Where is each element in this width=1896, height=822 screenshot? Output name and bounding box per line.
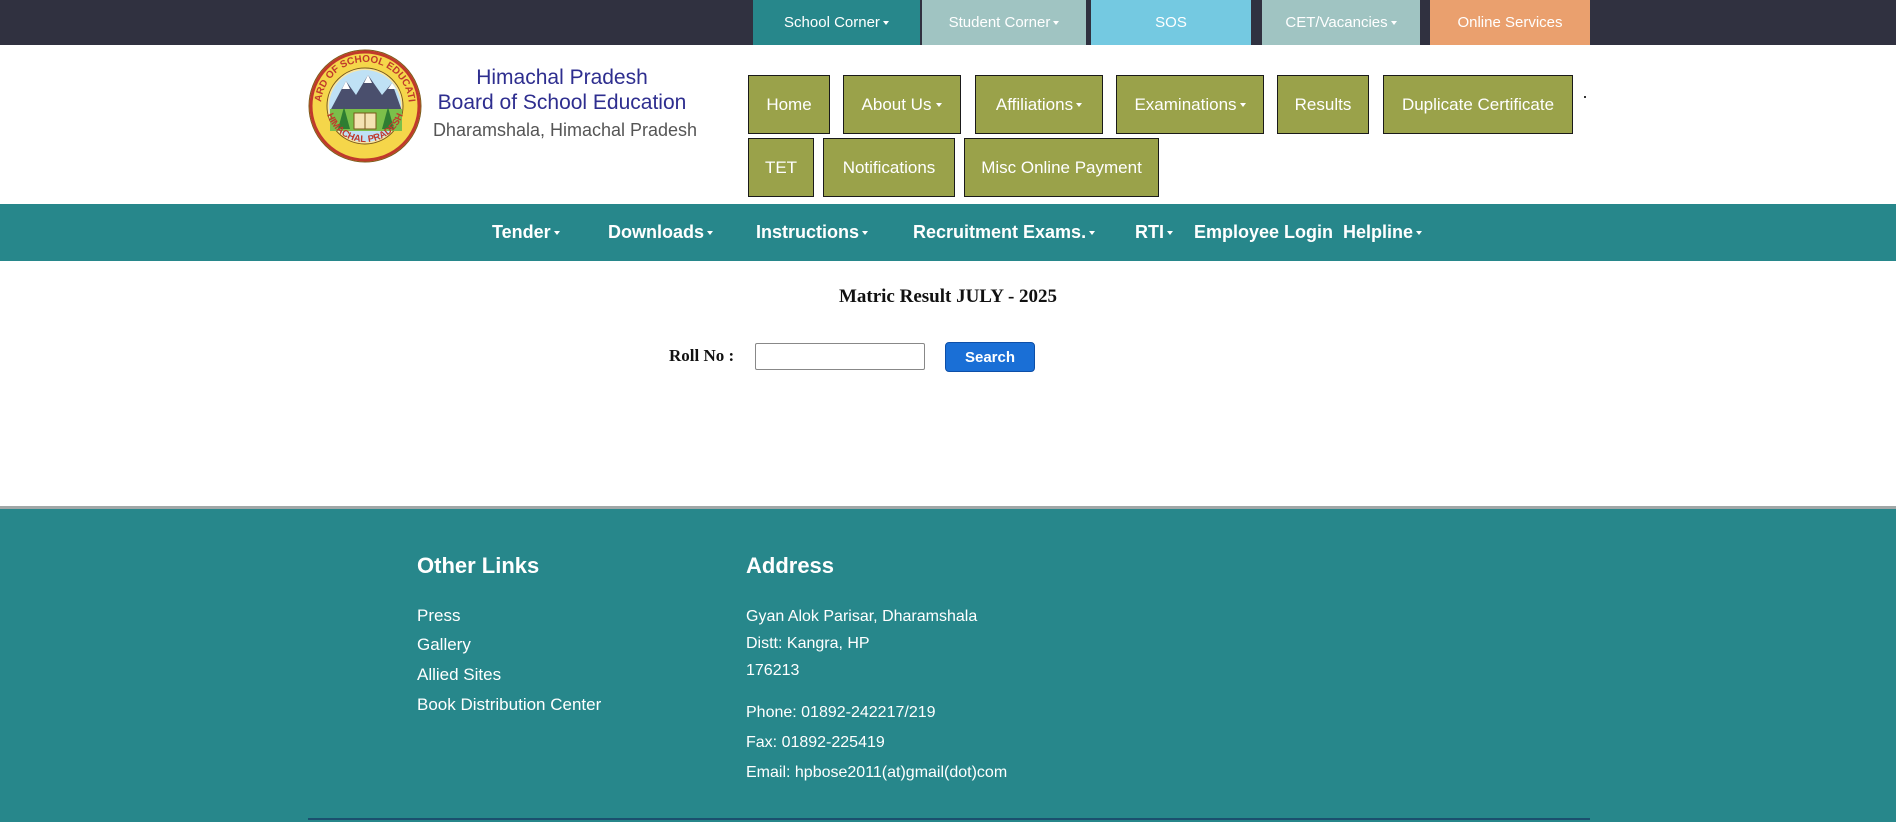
- nav-duplicate-certificate-label: Duplicate Certificate: [1401, 94, 1555, 114]
- footer-email: Email: hpbose2011(at)gmail(dot)com: [746, 764, 1008, 781]
- secnav-rti[interactable]: RTI: [1135, 204, 1173, 261]
- address-line-3: 176213: [746, 662, 800, 679]
- brand-line-2: Board of School Education: [437, 91, 687, 114]
- secnav-instructions[interactable]: Instructions: [756, 204, 869, 261]
- sos-label: SOS: [1155, 14, 1187, 31]
- school-corner-label: School Corner: [784, 14, 880, 31]
- footer-fax: Fax: 01892-225419: [746, 734, 885, 751]
- secnav-downloads[interactable]: Downloads: [608, 204, 714, 261]
- sos-button[interactable]: SOS: [1091, 0, 1251, 45]
- nav-home[interactable]: Home: [748, 75, 830, 134]
- student-corner-button[interactable]: Student Corner: [922, 0, 1086, 45]
- nav-misc-online-payment[interactable]: Misc Online Payment: [964, 138, 1159, 197]
- secnav-tender[interactable]: Tender: [492, 204, 560, 261]
- caret-down-icon: [1053, 20, 1060, 25]
- nav-tet-label: TET: [764, 157, 798, 177]
- address-line-2: Distt: Kangra, HP: [746, 635, 870, 652]
- other-links-heading: Other Links: [417, 553, 540, 578]
- cet-vacancies-button[interactable]: CET/Vacancies: [1262, 0, 1420, 45]
- roll-no-input[interactable]: [755, 343, 925, 370]
- student-corner-label: Student Corner: [948, 14, 1051, 31]
- caret-down-icon: [882, 20, 889, 25]
- footer-link-press[interactable]: Press: [417, 606, 460, 626]
- secnav-downloads-label: Downloads: [608, 222, 705, 242]
- secnav-recruitment-exams[interactable]: Recruitment Exams.: [913, 204, 1096, 261]
- nav-notifications-label: Notifications: [842, 157, 936, 177]
- nav-examinations[interactable]: Examinations: [1116, 75, 1264, 134]
- school-corner-button[interactable]: School Corner: [753, 0, 920, 45]
- caret-down-icon: [936, 102, 943, 107]
- secnav-helpline[interactable]: Helpline: [1343, 204, 1423, 261]
- nav-examinations-label: Examinations: [1134, 94, 1237, 114]
- address-line-1: Gyan Alok Parisar, Dharamshala: [746, 608, 978, 625]
- caret-down-icon: [1167, 230, 1173, 235]
- footer-phone: Phone: 01892-242217/219: [746, 704, 936, 721]
- caret-down-icon: [1416, 230, 1423, 235]
- nav-home-label: Home: [766, 94, 812, 114]
- nav-results[interactable]: Results: [1277, 75, 1369, 134]
- brand-line-1: Himachal Pradesh: [476, 66, 648, 89]
- caret-down-icon: [553, 230, 560, 235]
- nav-tet[interactable]: TET: [748, 138, 814, 197]
- secnav-tender-label: Tender: [492, 222, 551, 242]
- nav-about-us-label: About Us: [861, 94, 932, 114]
- secnav-rti-label: RTI: [1135, 222, 1164, 242]
- nav-notifications[interactable]: Notifications: [823, 138, 955, 197]
- footer-link-book-distribution[interactable]: Book Distribution Center: [417, 695, 601, 715]
- nav-misc-online-payment-label: Misc Online Payment: [981, 157, 1142, 177]
- nav-results-label: Results: [1294, 94, 1352, 114]
- nav-affiliations[interactable]: Affiliations: [975, 75, 1103, 134]
- secnav-instructions-label: Instructions: [756, 222, 860, 242]
- secnav-employee-login-label: Employee Login: [1194, 222, 1334, 242]
- caret-down-icon: [862, 230, 869, 235]
- nav-duplicate-certificate[interactable]: Duplicate Certificate: [1383, 75, 1573, 134]
- caret-down-icon: [1076, 102, 1083, 107]
- nav-affiliations-label: Affiliations: [995, 94, 1074, 114]
- secnav-helpline-label: Helpline: [1343, 222, 1414, 242]
- footer-link-gallery[interactable]: Gallery: [417, 635, 471, 655]
- board-logo[interactable]: BOARD OF SCHOOL EDUCATION HIMACHAL PRADE…: [308, 49, 422, 163]
- secnav-employee-login[interactable]: Employee Login: [1194, 204, 1333, 261]
- caret-down-icon: [1239, 102, 1246, 107]
- nav-about-us[interactable]: About Us: [843, 75, 961, 134]
- footer-link-allied-sites[interactable]: Allied Sites: [417, 665, 501, 685]
- caret-down-icon: [707, 230, 714, 235]
- online-services-button[interactable]: Online Services: [1430, 0, 1590, 45]
- caret-down-icon: [1089, 230, 1096, 235]
- address-heading: Address: [746, 553, 835, 578]
- cet-vacancies-label: CET/Vacancies: [1285, 14, 1388, 31]
- online-services-label: Online Services: [1457, 14, 1563, 31]
- caret-down-icon: [1390, 20, 1397, 25]
- top-bar: School Corner Student Corner SOS CET/Vac…: [0, 0, 1896, 45]
- secnav-recruitment-exams-label: Recruitment Exams.: [913, 222, 1087, 242]
- footer-bottom-line: [308, 818, 1590, 820]
- roll-no-label: Roll No :: [669, 346, 735, 365]
- secondary-nav: Tender Downloads Instructions Recruitmen…: [0, 204, 1896, 261]
- separator-dot: [1584, 96, 1586, 98]
- search-button[interactable]: Search: [945, 342, 1035, 372]
- brand-line-3: Dharamshala, Himachal Pradesh: [432, 120, 698, 140]
- page-title: Matric Result JULY - 2025: [838, 286, 1058, 307]
